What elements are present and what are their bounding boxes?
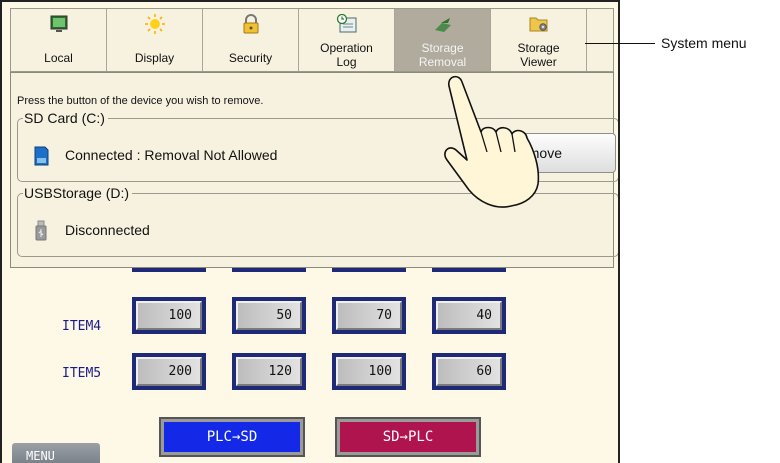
tab-security-label: Security [228,51,273,65]
sd-to-plc-button[interactable]: SD→PLC [335,417,481,457]
lock-icon [243,14,258,34]
plc-to-sd-button[interactable]: PLC→SD [159,417,305,457]
storage-eject-icon [434,18,451,32]
system-menu: Local Display Security Operation Log Sto… [10,8,614,72]
tab-display-label: Display [134,51,175,65]
instruction-text: Press the button of the device you wish … [17,95,264,107]
tab-display[interactable]: Display [107,9,203,71]
cell-value: 200 [168,364,192,379]
tab-security[interactable]: Security [203,9,299,71]
value-cell[interactable]: 100 [132,297,206,334]
callout-line [585,43,655,44]
tab-local[interactable]: Local [11,9,107,71]
tab-storage-removal[interactable]: Storage Removal [395,9,491,71]
value-cell[interactable]: 70 [332,297,406,334]
tab-storage-viewer-label: Storage Viewer [517,41,560,69]
pointing-hand-icon [444,75,540,208]
cell-value: 60 [476,364,492,379]
cell-value: 70 [376,308,392,323]
value-cell[interactable]: 50 [232,297,306,334]
value-cell[interactable]: 100 [332,353,406,390]
system-menu-callout: System menu [661,35,747,51]
value-cell[interactable]: 200 [132,353,206,390]
tab-storage-removal-label: Storage Removal [418,41,467,69]
usb-storage-title: USBStorage (D:) [23,185,133,201]
tab-local-label: Local [44,51,73,65]
clock-log-icon [336,14,356,33]
tab-storage-viewer[interactable]: Storage Viewer [491,9,587,71]
cell-value: 100 [368,364,392,379]
folder-gear-icon [529,17,547,32]
cell-value: 50 [276,308,292,323]
monitor-icon [50,15,67,32]
tab-operation-log[interactable]: Operation Log [299,9,395,71]
sd-card-status: Connected : Removal Not Allowed [65,147,278,163]
value-cell[interactable]: 40 [432,297,506,334]
cell-value: 100 [168,308,192,323]
cell-value: 120 [268,364,292,379]
row-label-item4: ITEM4 [62,319,102,334]
row-label-item5: ITEM5 [62,366,102,381]
tab-operation-log-label: Operation Log [320,41,373,69]
sd-card-title: SD Card (C:) [23,110,108,126]
sd-card-icon [34,146,49,166]
usb-storage-status: Disconnected [65,222,150,238]
sd-to-plc-label: SD→PLC [340,422,476,452]
sun-icon [144,14,165,34]
value-cell[interactable]: 120 [232,353,306,390]
menu-button[interactable]: MENU [12,443,100,463]
value-cell[interactable]: 60 [432,353,506,390]
plc-to-sd-label: PLC→SD [164,422,300,452]
usb-drive-icon [35,220,47,241]
cell-value: 40 [476,308,492,323]
